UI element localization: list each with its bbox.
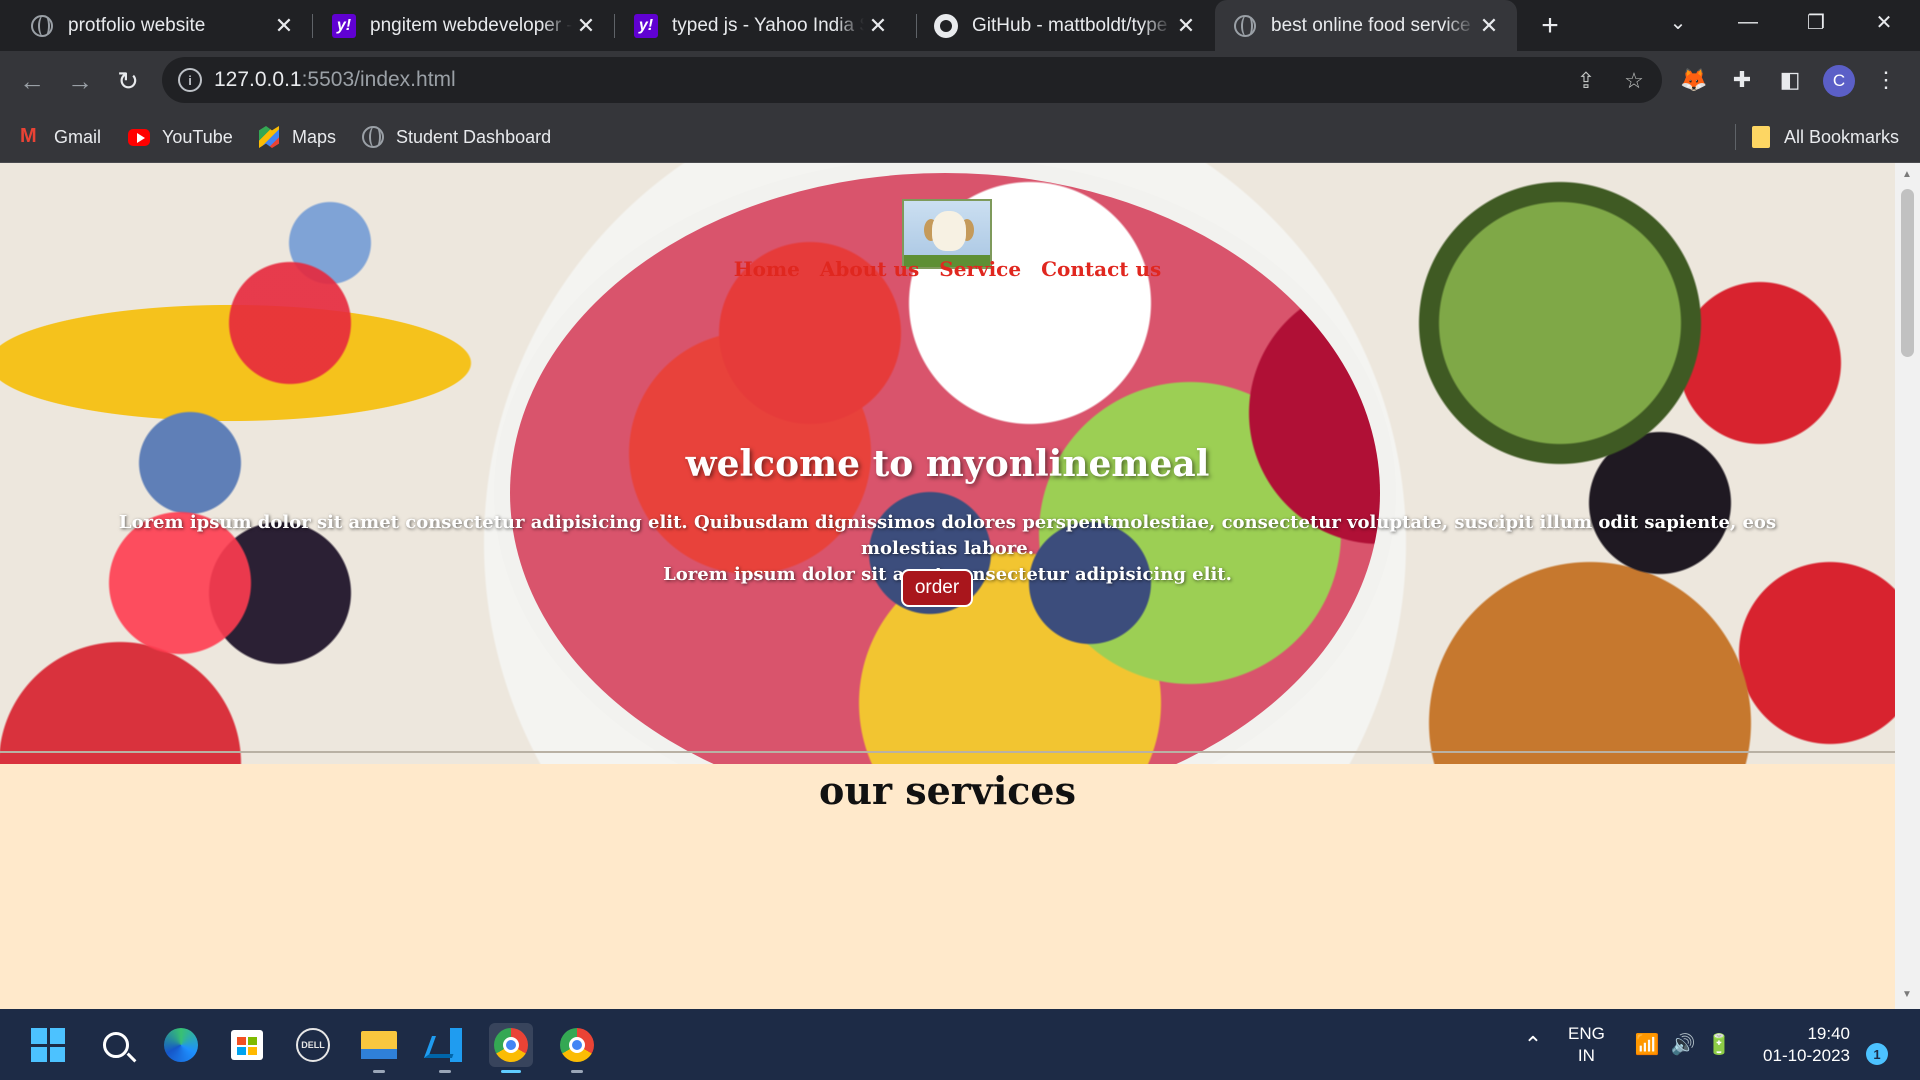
battery-icon[interactable]: 🔋: [1704, 1009, 1734, 1080]
nav-service[interactable]: Service: [939, 257, 1021, 281]
bookmarks-bar: Gmail YouTube Maps Student Dashboard All…: [0, 110, 1920, 163]
start-icon[interactable]: [26, 1023, 70, 1067]
language-code: ENG: [1568, 1024, 1605, 1043]
bookmark-label: YouTube: [162, 126, 233, 147]
page-viewport: Home About us Service Contact us welcome…: [0, 163, 1895, 1009]
minimize-button[interactable]: —: [1720, 0, 1776, 44]
close-icon[interactable]: ✕: [864, 12, 892, 40]
bookmark-label: Maps: [292, 126, 337, 147]
close-window-button[interactable]: ✕: [1856, 0, 1912, 44]
scroll-up-arrow-icon[interactable]: ▲: [1902, 169, 1912, 180]
share-icon[interactable]: ⇪: [1572, 67, 1600, 95]
profile-avatar[interactable]: C: [1823, 65, 1855, 97]
all-bookmarks-button[interactable]: All Bookmarks: [1750, 124, 1899, 150]
globe-icon: [362, 126, 384, 148]
yahoo-icon: y!: [634, 13, 658, 38]
system-clock[interactable]: 19:40 01-10-2023: [1754, 1023, 1850, 1067]
bookmarks-separator: [1735, 124, 1736, 150]
tab-typedjs[interactable]: y! typed js - Yahoo India Se ✕: [604, 0, 906, 51]
bookmark-star-icon[interactable]: ☆: [1620, 67, 1648, 95]
back-button[interactable]: ←: [14, 63, 50, 99]
tab-portfolio[interactable]: protfolio website ✕: [0, 0, 312, 51]
tab-title: best online food service i: [1271, 14, 1475, 36]
wifi-icon[interactable]: 📶: [1632, 1009, 1662, 1080]
hero-description-line-1: Lorem ipsum dolor sit amet consectetur a…: [118, 512, 1777, 559]
edge-icon[interactable]: [159, 1023, 203, 1067]
scrollbar-thumb[interactable]: [1901, 189, 1914, 357]
tab-search-chevron-icon[interactable]: ⌄: [1650, 0, 1706, 44]
file-explorer-icon[interactable]: [357, 1023, 401, 1073]
tab-title: GitHub - mattboldt/type: [972, 14, 1168, 36]
browser-toolbar: ← → ↻ i 127.0.0.1:5503/index.html ⇪ ☆ 🦊 …: [0, 51, 1920, 110]
dell-icon[interactable]: DELL: [291, 1023, 335, 1067]
extensions-puzzle-icon[interactable]: ✚: [1726, 64, 1758, 96]
close-icon[interactable]: ✕: [1172, 12, 1200, 40]
tab-github[interactable]: GitHub - mattboldt/type ✕: [904, 0, 1214, 51]
new-tab-button[interactable]: +: [1532, 8, 1568, 44]
clock-time: 19:40: [1807, 1024, 1850, 1043]
main-nav: Home About us Service Contact us: [0, 257, 1895, 281]
tab-food-service[interactable]: best online food service i ✕: [1215, 0, 1517, 51]
tab-pngitem[interactable]: y! pngitem webdeveloper - ✕: [302, 0, 614, 51]
maps-icon: [258, 126, 280, 148]
bookmark-label: Student Dashboard: [396, 126, 552, 147]
globe-icon: [30, 14, 54, 38]
github-icon: [934, 13, 958, 38]
page-scrollbar[interactable]: ▲ ▼: [1895, 163, 1920, 1009]
url-text[interactable]: 127.0.0.1:5503/index.html: [214, 68, 456, 92]
bookmark-maps[interactable]: Maps: [258, 124, 336, 150]
restore-button[interactable]: ❐: [1788, 0, 1844, 44]
tab-title: protfolio website: [68, 14, 206, 36]
chrome-icon[interactable]: [555, 1023, 599, 1073]
windows-taskbar: DELL ⌃ ENG IN 📶 🔊 🔋 19:40 01-10-2023 1: [0, 1009, 1920, 1080]
bookmark-youtube[interactable]: YouTube: [128, 124, 233, 150]
youtube-icon: [128, 126, 150, 148]
order-button[interactable]: order: [901, 569, 973, 607]
notification-badge[interactable]: 1: [1866, 1043, 1888, 1065]
nav-home[interactable]: Home: [734, 257, 800, 281]
chrome-icon[interactable]: [489, 1023, 533, 1073]
section-divider: [0, 751, 1895, 753]
folder-icon: [1750, 126, 1772, 148]
bookmark-student-dashboard[interactable]: Student Dashboard: [362, 124, 551, 150]
forward-button[interactable]: →: [62, 63, 98, 99]
region-code: IN: [1577, 1046, 1595, 1065]
volume-icon[interactable]: 🔊: [1668, 1009, 1698, 1080]
language-indicator[interactable]: ENG IN: [1568, 1023, 1605, 1067]
site-info-icon[interactable]: i: [178, 68, 202, 92]
gmail-icon: [20, 125, 42, 148]
tab-strip: protfolio website ✕ y! pngitem webdevelo…: [0, 0, 1920, 51]
tab-title: pngitem webdeveloper -: [370, 14, 572, 36]
menu-kebab-icon[interactable]: ⋮: [1870, 64, 1902, 96]
bookmark-label: All Bookmarks: [1784, 126, 1900, 147]
close-icon[interactable]: ✕: [270, 12, 298, 40]
store-icon[interactable]: [225, 1023, 269, 1067]
globe-icon: [1233, 14, 1257, 38]
side-panel-icon[interactable]: ◧: [1774, 64, 1806, 96]
scroll-down-arrow-icon[interactable]: ▼: [1902, 989, 1912, 1000]
show-hidden-icons-chevron-icon[interactable]: ⌃: [1518, 1009, 1548, 1080]
hero-heading: welcome to myonlinemeal: [685, 443, 1210, 485]
tab-title: typed js - Yahoo India Se: [672, 14, 864, 36]
search-icon[interactable]: [94, 1023, 138, 1067]
reload-button[interactable]: ↻: [110, 63, 146, 99]
vscode-icon[interactable]: [423, 1023, 467, 1073]
nav-about-us[interactable]: About us: [820, 257, 919, 281]
bookmark-label: Gmail: [54, 126, 102, 147]
address-bar[interactable]: i 127.0.0.1:5503/index.html ⇪ ☆: [162, 57, 1662, 103]
yahoo-icon: y!: [332, 13, 356, 38]
clock-date: 01-10-2023: [1763, 1046, 1850, 1065]
services-heading: our services: [818, 768, 1077, 813]
close-icon[interactable]: ✕: [1475, 12, 1503, 40]
metamask-extension-icon[interactable]: 🦊: [1678, 64, 1710, 96]
close-icon[interactable]: ✕: [572, 12, 600, 40]
nav-contact-us[interactable]: Contact us: [1041, 257, 1161, 281]
bookmark-gmail[interactable]: Gmail: [20, 124, 101, 150]
